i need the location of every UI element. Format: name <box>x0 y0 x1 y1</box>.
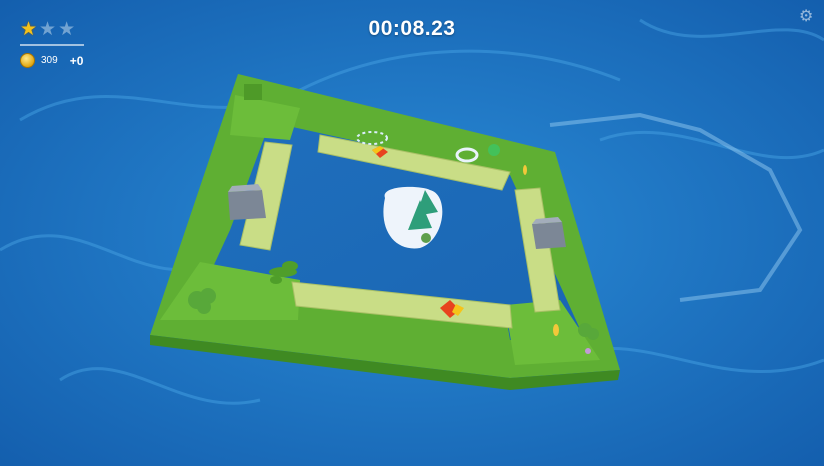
hud-divider <box>20 44 84 46</box>
coin-icon <box>20 53 35 68</box>
coin-counter: 309 +0 <box>20 53 83 68</box>
pebble <box>585 348 591 354</box>
coin-pickup-top <box>523 165 527 175</box>
gear-icon[interactable]: ⚙ <box>799 8 815 24</box>
corner-block <box>244 84 262 100</box>
rock-right <box>532 217 566 249</box>
game-scene <box>0 0 824 466</box>
level-timer: 00:08.23 <box>368 17 456 40</box>
coin-delta: +0 <box>69 53 84 68</box>
rock-left <box>228 184 266 220</box>
coin-count: 309 <box>41 55 58 66</box>
green-ball <box>488 144 500 156</box>
coin-pickup <box>553 324 559 336</box>
